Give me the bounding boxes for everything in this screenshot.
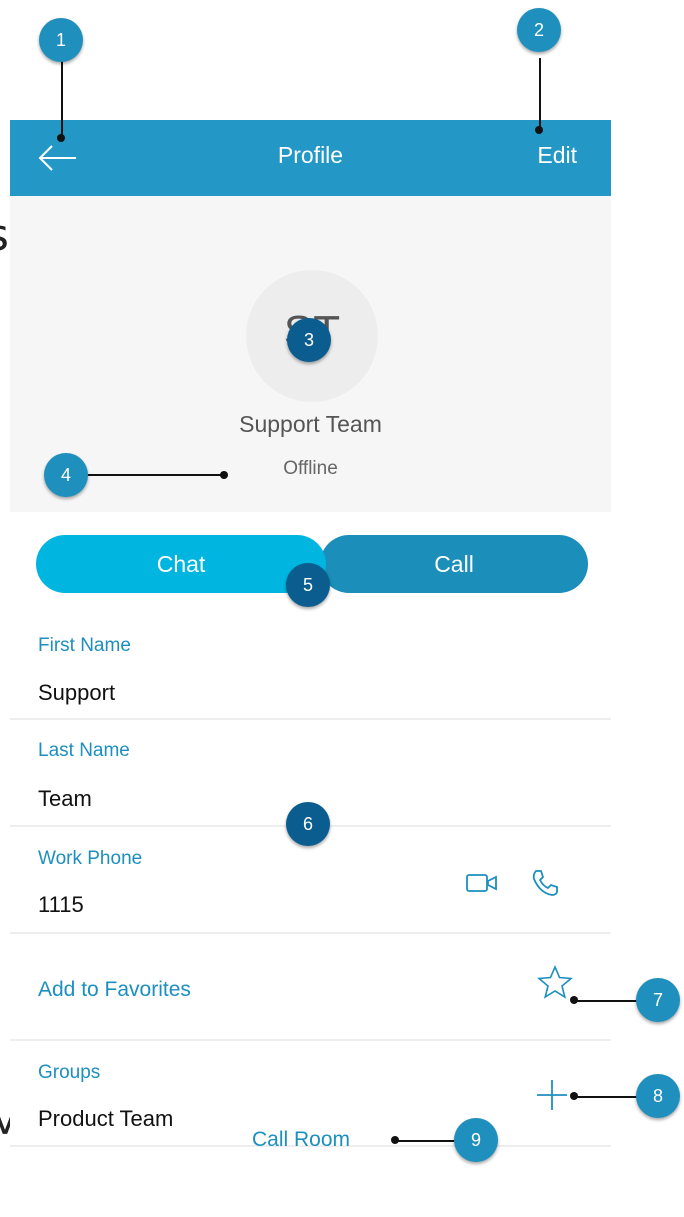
callout-line bbox=[61, 58, 63, 138]
work-phone-value: 1115 bbox=[38, 892, 84, 917]
callout-badge: 7 bbox=[636, 978, 680, 1022]
phone-icon bbox=[532, 870, 558, 896]
add-to-favorites-link[interactable]: Add to Favorites bbox=[38, 978, 191, 1002]
video-call-button[interactable] bbox=[466, 872, 498, 899]
groups-label: Groups bbox=[38, 1062, 101, 1083]
callout-line bbox=[574, 1096, 644, 1098]
callout-dot bbox=[535, 126, 543, 134]
last-name-value: Team bbox=[38, 786, 92, 811]
favorite-button[interactable] bbox=[536, 964, 574, 1004]
callout-badge: 2 bbox=[517, 8, 561, 52]
call-button[interactable]: Call bbox=[320, 535, 588, 593]
page-title: Profile bbox=[277, 142, 344, 168]
work-phone-label: Work Phone bbox=[38, 848, 143, 869]
divider bbox=[10, 718, 611, 720]
divider bbox=[10, 1039, 611, 1041]
last-name-label: Last Name bbox=[38, 740, 130, 761]
callout-line bbox=[84, 474, 226, 476]
callout-badge: 6 bbox=[286, 802, 330, 846]
callout-badge: 9 bbox=[454, 1118, 498, 1162]
profile-screen: Profile Edit ST Support Team Offline Cal… bbox=[10, 120, 611, 1170]
callout-badge: 1 bbox=[39, 18, 83, 62]
groups-value: Product Team bbox=[38, 1106, 174, 1131]
callout-line bbox=[574, 1000, 644, 1002]
video-camera-icon bbox=[466, 874, 497, 892]
phone-call-button[interactable] bbox=[530, 868, 560, 903]
add-group-button[interactable] bbox=[534, 1077, 570, 1118]
chat-button[interactable]: Chat bbox=[36, 535, 326, 593]
presence-status: Offline bbox=[283, 458, 338, 479]
first-name-value: Support bbox=[38, 680, 116, 705]
callout-badge: 4 bbox=[44, 453, 88, 497]
callout-badge: 3 bbox=[287, 318, 331, 362]
callout-line bbox=[539, 58, 541, 130]
callout-dot bbox=[57, 134, 65, 142]
plus-icon bbox=[537, 1080, 567, 1110]
callout-dot bbox=[570, 1092, 578, 1100]
callout-dot bbox=[391, 1136, 399, 1144]
callout-dot bbox=[220, 471, 228, 479]
first-name-label: First Name bbox=[38, 635, 131, 656]
callout-badge: 5 bbox=[286, 563, 330, 607]
contact-name: Support Team bbox=[239, 411, 382, 437]
callout-dot bbox=[570, 996, 578, 1004]
callout-badge: 8 bbox=[636, 1074, 680, 1118]
callout-line bbox=[395, 1140, 455, 1142]
divider bbox=[10, 932, 611, 934]
star-icon bbox=[536, 964, 574, 999]
call-room-link[interactable]: Call Room bbox=[252, 1128, 350, 1152]
edit-button[interactable]: Edit bbox=[537, 142, 577, 169]
clipped-text-fragment: s bbox=[0, 210, 9, 261]
top-bar: Profile Edit bbox=[10, 120, 611, 196]
